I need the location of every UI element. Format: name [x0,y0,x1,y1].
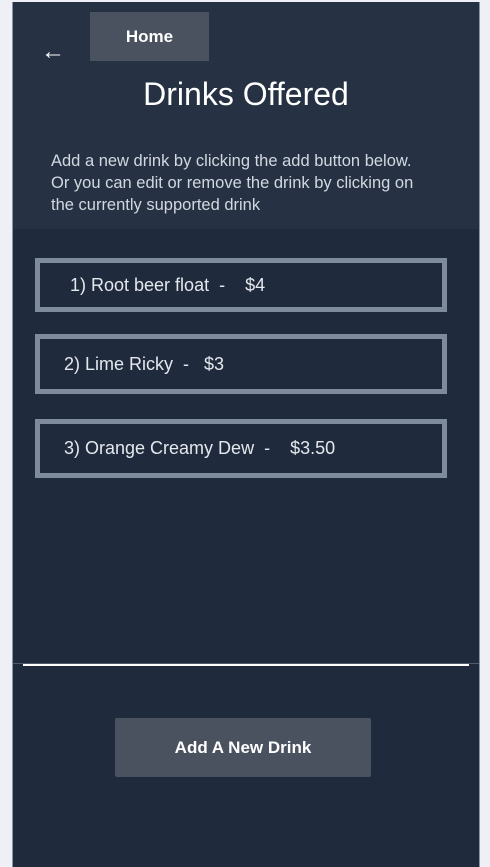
home-button[interactable]: Home [90,12,209,61]
header: ← Home Drinks Offered Add a new drink by… [13,2,479,229]
drink-label: 2) Lime Ricky - $3 [64,353,225,374]
drink-label: 3) Orange Creamy Dew - $3.50 [64,438,336,458]
drink-label: 1) Root beer float - $4 [70,274,266,295]
add-new-drink-button[interactable]: Add A New Drink [115,718,371,777]
drink-item[interactable]: 2) Lime Ricky - $3 [35,334,447,394]
instructions-text: Add a new drink by clicking the add butt… [51,152,414,214]
back-arrow-icon[interactable]: ← [41,40,65,64]
app-frame: ← Home Drinks Offered Add a new drink by… [12,2,480,867]
page-title: Drinks Offered [143,76,349,112]
drink-item[interactable]: 1) Root beer float - $4 [35,258,447,312]
drink-item[interactable]: 3) Orange Creamy Dew - $3.50 [35,419,447,478]
separator-line [23,664,469,666]
